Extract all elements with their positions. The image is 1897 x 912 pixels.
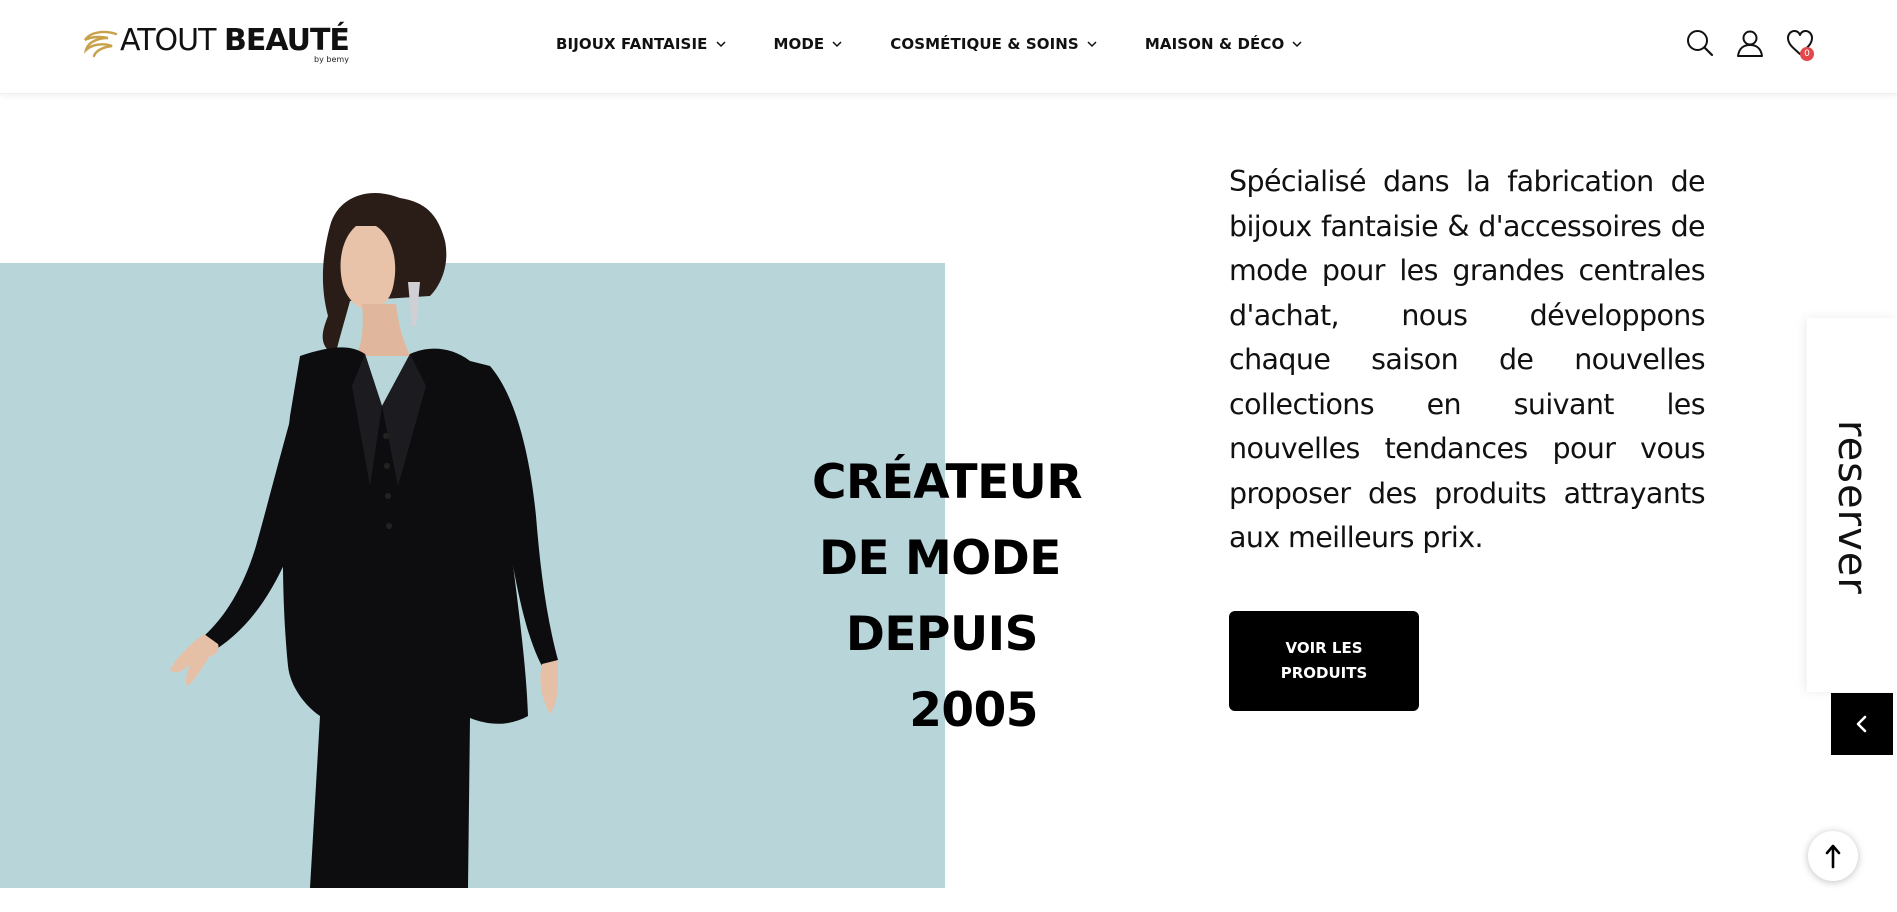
- wings-logo-icon: [83, 30, 118, 58]
- nav-item-cosmetique-soins[interactable]: COSMÉTIQUE & SOINS: [890, 35, 1097, 53]
- side-tab-toggle-button[interactable]: [1831, 693, 1893, 755]
- chevron-down-icon: [715, 40, 726, 47]
- chevron-left-icon: [1856, 715, 1867, 733]
- model-photo: [170, 193, 558, 888]
- arrow-up-icon: [1825, 844, 1841, 869]
- site-header: ATOUT BEAUTÉ by bemy BIJOUX FANTAISIE MO…: [0, 0, 1897, 94]
- chevron-down-icon: [1292, 40, 1302, 47]
- nav-item-maison-deco[interactable]: MAISON & DÉCO: [1145, 35, 1303, 53]
- hero-headline: CRÉATEUR DE MODE DEPUIS 2005: [800, 445, 1100, 749]
- chevron-down-icon: [832, 40, 842, 47]
- view-products-button[interactable]: VOIR LES PRODUITS: [1229, 611, 1419, 711]
- chevron-down-icon: [1087, 40, 1097, 47]
- wishlist-count-badge: 0: [1800, 47, 1814, 61]
- wishlist-button[interactable]: 0: [1785, 28, 1815, 61]
- hero-description: Spécialisé dans la fabrication de bijoux…: [1229, 165, 1706, 554]
- headline-line: DE MODE: [819, 531, 1061, 586]
- user-icon: [1737, 30, 1763, 57]
- logo-wordmark-bold: BEAUTÉ: [223, 23, 350, 58]
- nav-item-label: MODE: [773, 35, 825, 53]
- nav-item-mode[interactable]: MODE: [774, 35, 843, 53]
- nav-item-label: BIJOUX FANTAISIE: [556, 35, 708, 53]
- reserve-side-tab[interactable]: reserver: [1807, 318, 1897, 692]
- main-nav: BIJOUX FANTAISIE MODE COSMÉTIQUE & SOINS…: [556, 32, 1302, 56]
- headline-line: CRÉATEUR: [812, 455, 1083, 510]
- logo-wordmark-light: ATOUT: [120, 23, 224, 58]
- search-button[interactable]: [1685, 28, 1715, 58]
- nav-item-label: MAISON & DÉCO: [1144, 35, 1285, 53]
- logo-wordmark: ATOUT BEAUTÉ: [120, 23, 350, 58]
- headline-line: 2005: [909, 683, 1038, 738]
- reserve-label: reserver: [1829, 420, 1875, 595]
- account-button[interactable]: [1735, 28, 1765, 58]
- logo-subtitle: by bemy: [314, 55, 349, 64]
- scroll-to-top-button[interactable]: [1808, 831, 1858, 881]
- search-icon: [1687, 30, 1714, 57]
- nav-item-label: COSMÉTIQUE & SOINS: [890, 35, 1079, 53]
- nav-item-bijoux-fantaisie[interactable]: BIJOUX FANTAISIE: [556, 35, 726, 53]
- headline-line: DEPUIS: [845, 607, 1039, 662]
- header-actions: 0: [1685, 28, 1815, 61]
- brand-logo[interactable]: ATOUT BEAUTÉ by bemy: [82, 23, 350, 68]
